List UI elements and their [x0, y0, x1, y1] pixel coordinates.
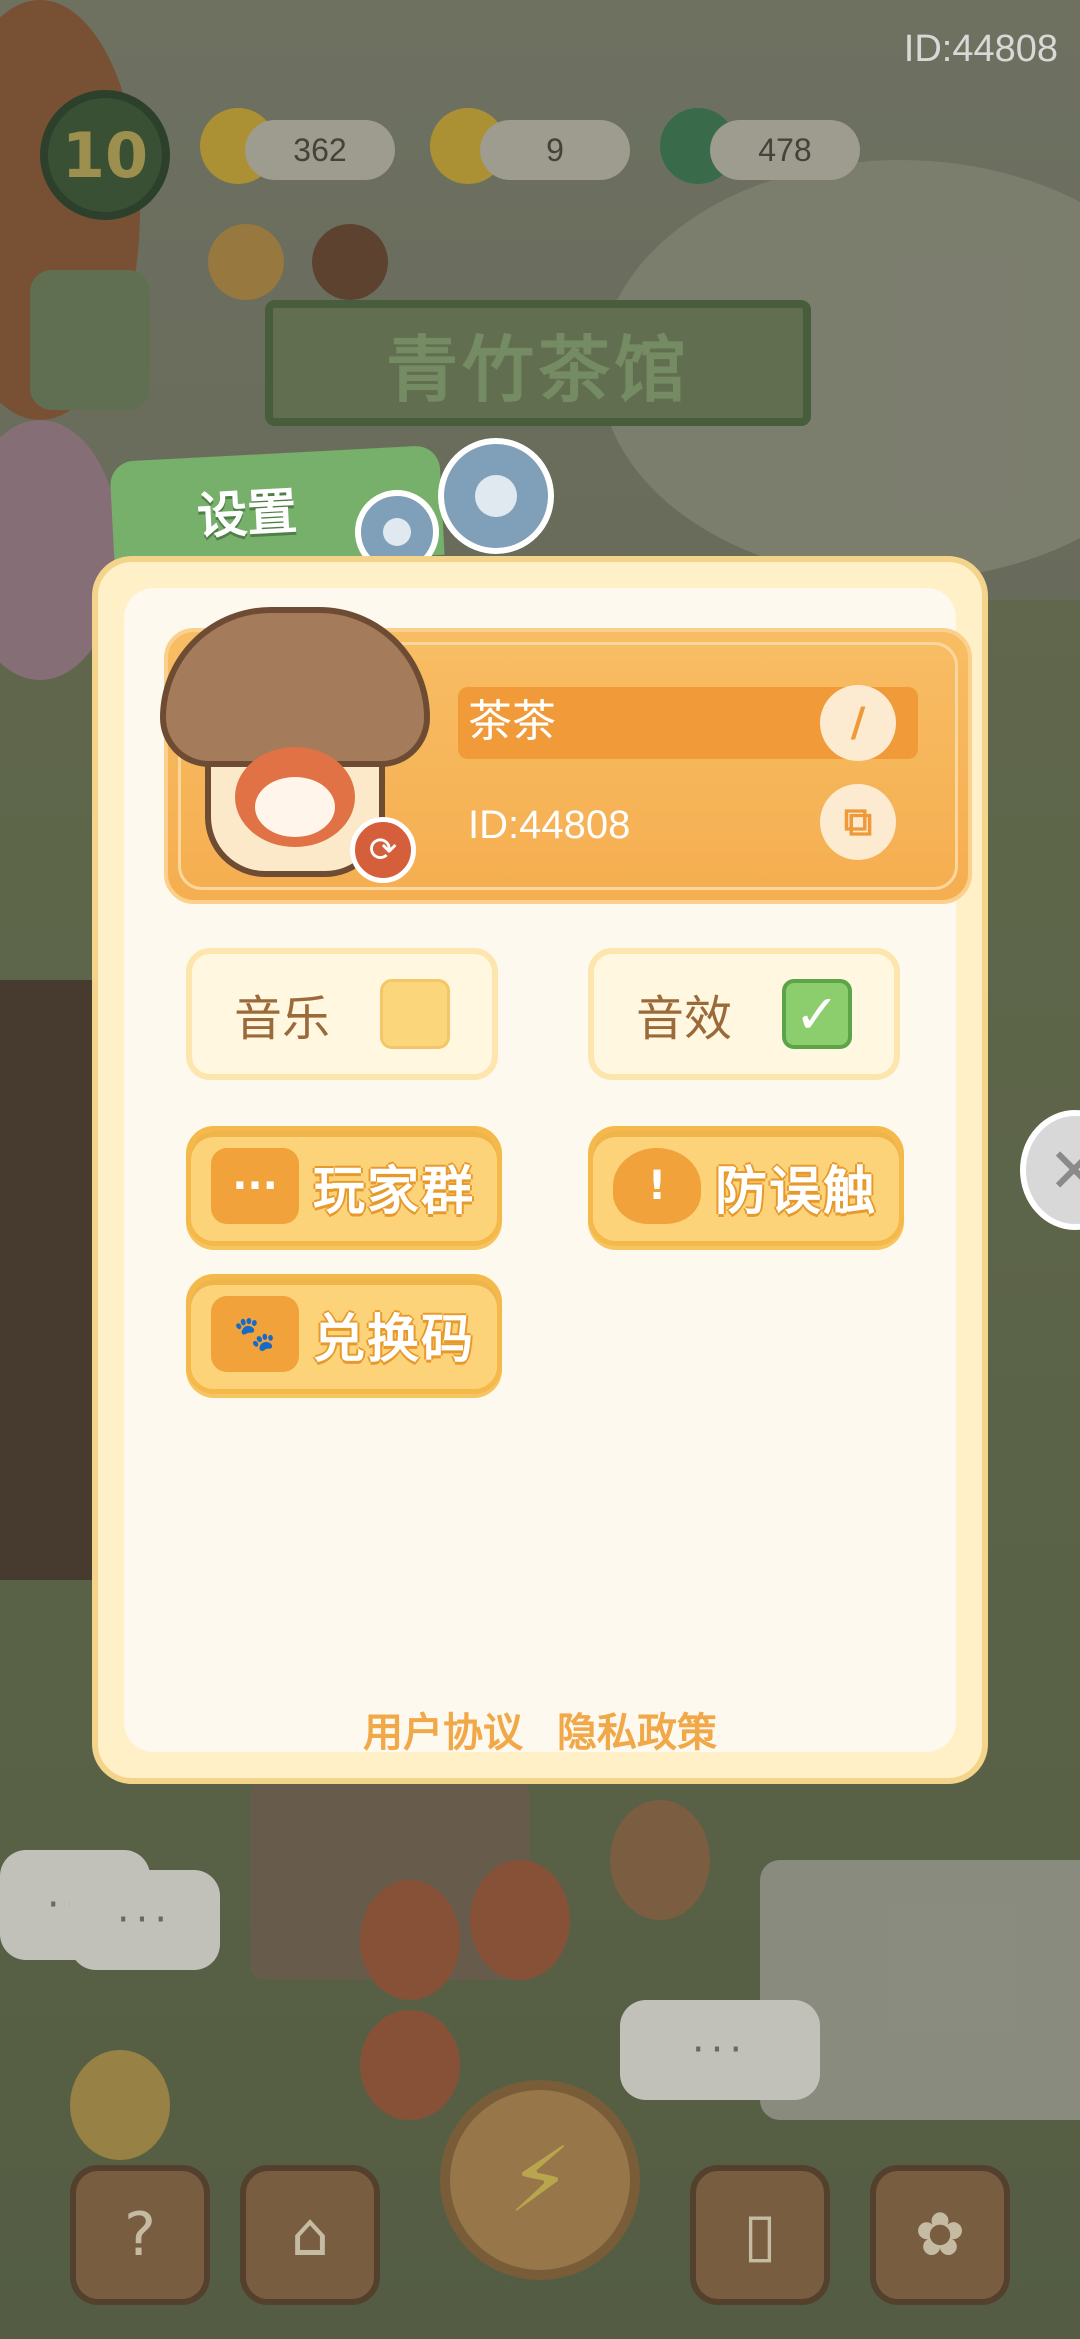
settings-panel: ⟳ 茶茶 / ID:44808 ⧉ 音乐 音效 ✓ ··· 玩家群 ! 防误触 … [92, 556, 988, 1784]
legal-links: 用户协议 隐私政策 [124, 1700, 956, 1758]
player-group-button[interactable]: ··· 玩家群 [186, 1126, 502, 1246]
redeem-code-label: 兑换码 [313, 1309, 476, 1370]
chat-icon: ··· [211, 1148, 299, 1224]
sfx-toggle[interactable]: 音效 ✓ [588, 948, 900, 1080]
player-name: 茶茶 [468, 696, 556, 747]
player-group-label: 玩家群 [313, 1161, 476, 1222]
warning-icon: ! [613, 1148, 701, 1224]
edit-name-button[interactable]: / [820, 685, 896, 761]
sfx-checkbox[interactable]: ✓ [782, 979, 852, 1049]
close-icon: ✕ [1048, 1133, 1080, 1207]
avatar-mushroom-cap [160, 607, 430, 767]
anti-mistouch-button[interactable]: ! 防误触 [588, 1126, 904, 1246]
edit-icon: / [850, 700, 866, 746]
user-agreement-link[interactable]: 用户协议 [363, 1700, 523, 1758]
paw-card-icon: 🐾 [211, 1296, 299, 1372]
player-id: ID:44808 [468, 803, 631, 847]
avatar-red-panda-mask [255, 777, 335, 837]
swap-avatar-icon[interactable]: ⟳ [350, 817, 416, 883]
avatar[interactable]: ⟳ [160, 607, 450, 897]
sfx-label: 音效 [635, 991, 732, 1047]
settings-panel-body: ⟳ 茶茶 / ID:44808 ⧉ 音乐 音效 ✓ ··· 玩家群 ! 防误触 … [124, 588, 972, 1756]
check-icon: ✓ [794, 982, 840, 1046]
music-toggle[interactable]: 音乐 [186, 948, 498, 1080]
gear-icon [438, 438, 554, 554]
music-checkbox[interactable] [380, 979, 450, 1049]
settings-title: 设置 [195, 482, 299, 546]
music-label: 音乐 [233, 991, 330, 1047]
copy-icon: ⧉ [843, 799, 873, 845]
anti-mistouch-label: 防误触 [715, 1161, 878, 1222]
redeem-code-button[interactable]: 🐾 兑换码 [186, 1274, 502, 1394]
privacy-policy-link[interactable]: 隐私政策 [557, 1700, 717, 1758]
copy-id-button[interactable]: ⧉ [820, 784, 896, 860]
profile-card: ⟳ 茶茶 / ID:44808 ⧉ [160, 607, 972, 904]
